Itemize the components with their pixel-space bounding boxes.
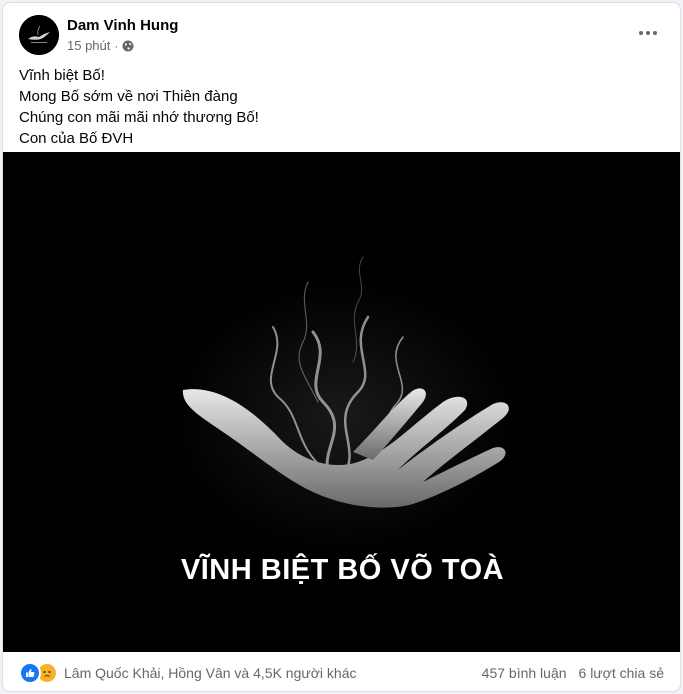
post-line: Chúng con mãi mãi nhớ thương Bố! bbox=[19, 109, 259, 126]
post-image[interactable]: VĨNH BIỆT BỐ VÕ TOÀ bbox=[3, 152, 680, 652]
meta-separator: · bbox=[114, 38, 119, 53]
like-icon bbox=[19, 661, 41, 684]
image-caption: VĨNH BIỆT BỐ VÕ TOÀ bbox=[180, 554, 505, 586]
comments-count[interactable]: 457 bình luận bbox=[482, 665, 567, 681]
post-line: Mong Bố sớm về nơi Thiên đàng bbox=[19, 88, 238, 105]
engagement-counts: 457 bình luận 6 lượt chia sẻ bbox=[482, 665, 664, 681]
more-options-button[interactable] bbox=[632, 17, 664, 49]
author-avatar[interactable] bbox=[19, 15, 59, 55]
post-card: Dam Vinh Hung 15 phút · Vĩnh biệt Bố! Mo… bbox=[2, 2, 681, 692]
author-name[interactable]: Dam Vinh Hung bbox=[67, 17, 178, 34]
reaction-icons bbox=[19, 661, 58, 684]
shares-count[interactable]: 6 lượt chia sẻ bbox=[579, 665, 664, 681]
post-meta: 15 phút · bbox=[67, 38, 134, 53]
reactions-summary[interactable]: Lâm Quốc Khải, Hồng Vân và 4,5K người kh… bbox=[19, 661, 357, 684]
post-line: Vĩnh biệt Bố! bbox=[19, 67, 105, 84]
post-line: Con của Bố ĐVH bbox=[19, 130, 134, 147]
globe-icon bbox=[122, 40, 134, 52]
reactors-text[interactable]: Lâm Quốc Khải, Hồng Vân và 4,5K người kh… bbox=[64, 665, 357, 681]
post-header: Dam Vinh Hung 15 phút · bbox=[3, 3, 680, 61]
post-time[interactable]: 15 phút bbox=[67, 38, 110, 53]
post-footer: Lâm Quốc Khải, Hồng Vân và 4,5K người kh… bbox=[3, 652, 680, 691]
more-horizontal-icon bbox=[639, 31, 657, 35]
post-message: Vĩnh biệt Bố! Mong Bố sớm về nơi Thiên đ… bbox=[19, 65, 259, 149]
